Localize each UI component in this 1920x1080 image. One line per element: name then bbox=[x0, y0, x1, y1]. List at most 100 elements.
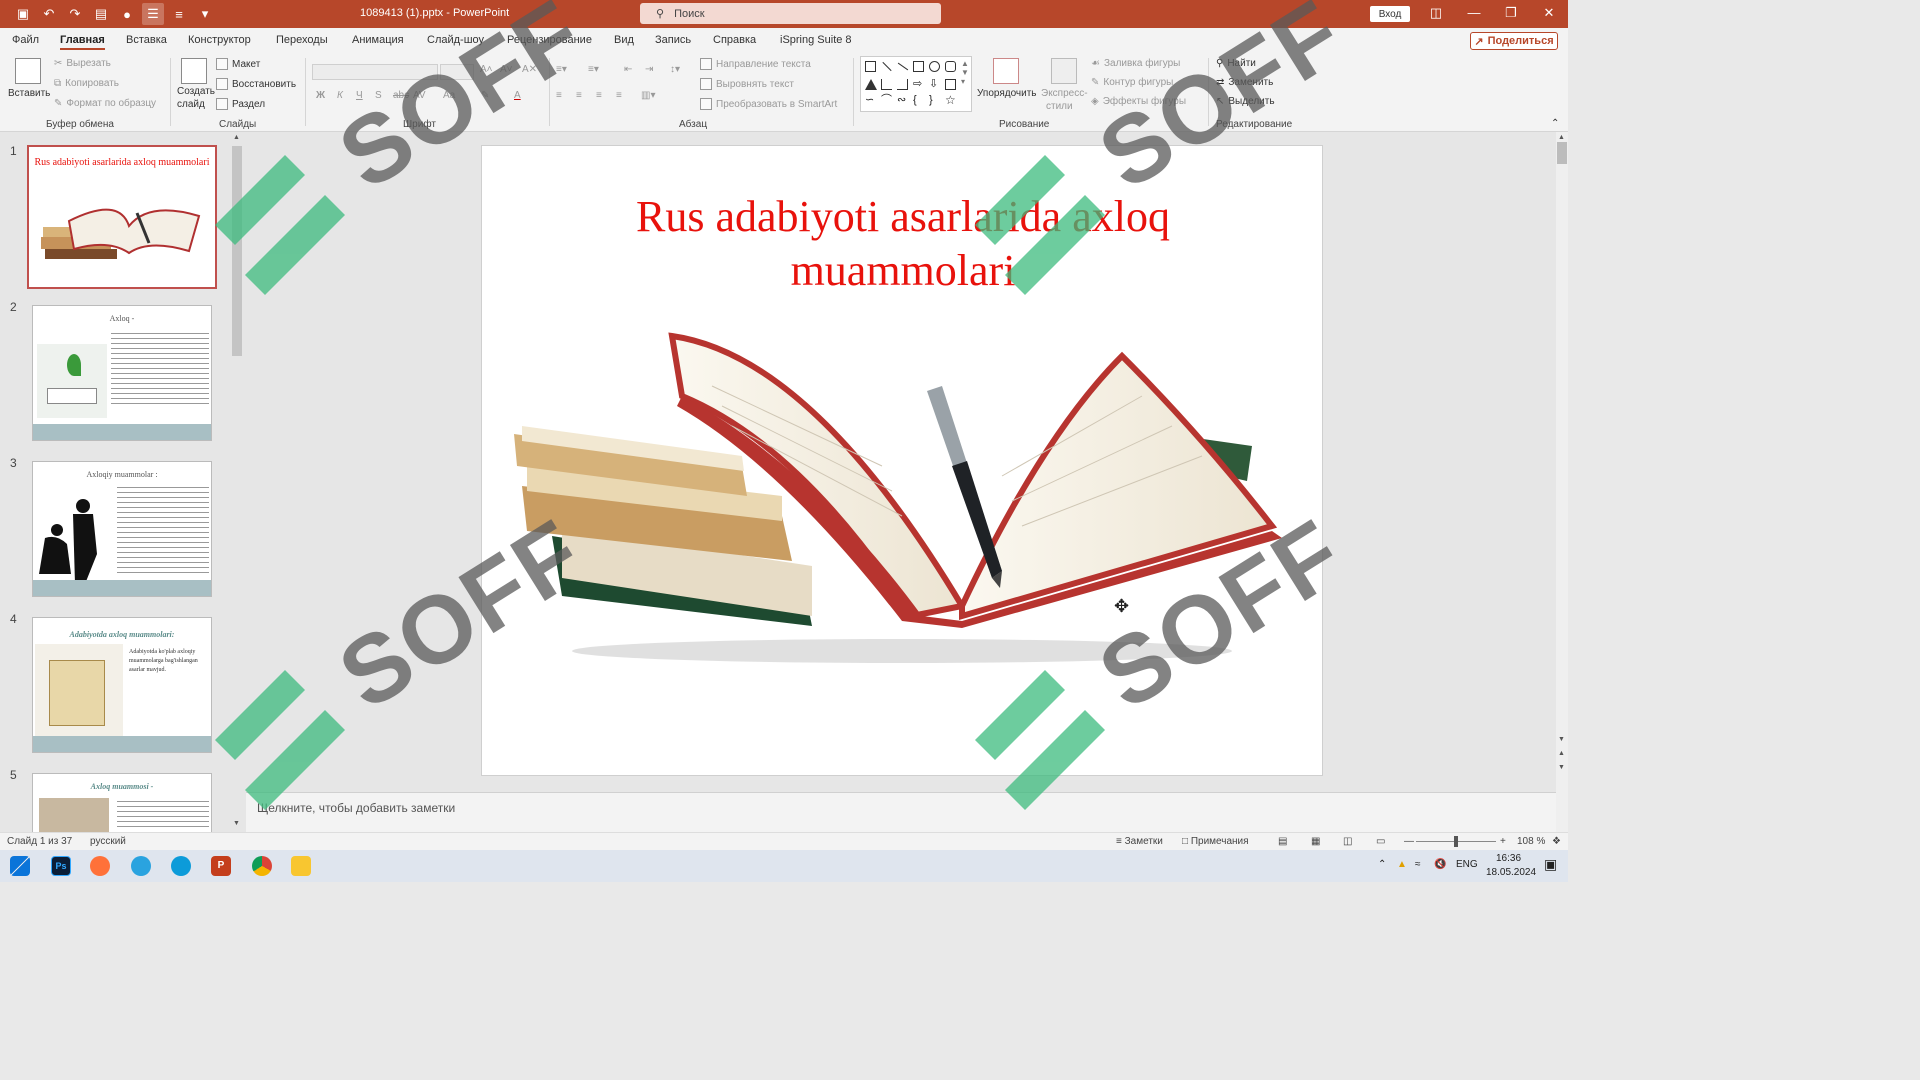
zoom-in-icon[interactable]: + bbox=[1500, 836, 1506, 847]
notes-pane[interactable]: Щелкните, чтобы добавить заметки bbox=[246, 792, 1556, 832]
align-icon[interactable]: ≡ bbox=[168, 3, 190, 25]
tab-record[interactable]: Запись bbox=[655, 34, 691, 46]
change-case-button[interactable]: Aa bbox=[443, 90, 455, 101]
shape-outline-button[interactable]: ✎ Контур фигуры bbox=[1091, 77, 1173, 88]
copy-button[interactable]: ⧉ Копировать bbox=[54, 78, 119, 89]
file-explorer-icon[interactable] bbox=[291, 856, 311, 876]
notification-icon[interactable]: ▣ bbox=[1544, 856, 1557, 873]
undo-icon[interactable]: ↶ bbox=[38, 3, 60, 25]
customize-toolbar-icon[interactable]: ▾ bbox=[194, 3, 216, 25]
security-icon[interactable]: ▲ bbox=[1397, 859, 1407, 870]
section-button[interactable]: Раздел bbox=[216, 98, 265, 110]
minimize-icon[interactable]: — bbox=[1465, 5, 1483, 20]
font-family-select[interactable] bbox=[312, 64, 438, 80]
down-arrow-shape-icon[interactable]: ⇩ bbox=[929, 79, 940, 90]
font-size-select[interactable] bbox=[440, 64, 474, 80]
tab-animations[interactable]: Анимация bbox=[352, 34, 404, 46]
scroll-down-icon[interactable]: ▼ bbox=[233, 820, 240, 827]
scroll-down-icon[interactable]: ▼ bbox=[1558, 736, 1565, 743]
left-brace-shape-icon[interactable]: { bbox=[913, 95, 924, 106]
sign-in-button[interactable]: Вход bbox=[1370, 6, 1410, 22]
new-slide-line1[interactable]: Создать bbox=[177, 86, 215, 97]
cut-button[interactable]: ✂ Вырезать bbox=[54, 58, 111, 69]
volume-mute-icon[interactable]: 🔇 bbox=[1434, 859, 1446, 870]
edge-icon[interactable] bbox=[171, 856, 191, 876]
tray-expand-icon[interactable]: ⌃ bbox=[1378, 859, 1386, 870]
reading-view-icon[interactable]: ◫ bbox=[1343, 836, 1352, 847]
shapes-gallery[interactable]: ⇨ ⇩ ∽ ⌒ ∾ { } ☆ ▲ ▼ ▾ bbox=[860, 56, 972, 112]
chrome-icon[interactable] bbox=[252, 856, 272, 876]
align-left-icon[interactable]: ≡ bbox=[556, 90, 562, 101]
arc-shape-icon[interactable]: ⌒ bbox=[881, 95, 892, 106]
rectangle-shape-icon[interactable] bbox=[913, 61, 924, 72]
paste-icon[interactable] bbox=[15, 58, 41, 84]
shrink-font-icon[interactable]: A˅ bbox=[500, 64, 513, 75]
wifi-icon[interactable]: ≈ bbox=[1415, 859, 1421, 870]
slideshow-view-icon[interactable]: ▭ bbox=[1376, 836, 1385, 847]
find-button[interactable]: ⚲ Найти bbox=[1216, 58, 1256, 69]
thumbnail-slide-2[interactable]: Axloq - bbox=[32, 305, 212, 441]
format-painter-button[interactable]: ✎ Формат по образцу bbox=[54, 98, 156, 109]
close-icon[interactable]: ✕ bbox=[1540, 5, 1558, 21]
tab-ispring[interactable]: iSpring Suite 8 bbox=[780, 34, 852, 46]
input-language[interactable]: ENG bbox=[1456, 859, 1478, 870]
justify-icon[interactable]: ≡ bbox=[616, 90, 622, 101]
align-center-icon[interactable]: ≡ bbox=[576, 90, 582, 101]
shape-fill-button[interactable]: ☙ Заливка фигуры bbox=[1091, 58, 1180, 69]
ribbon-display-icon[interactable]: ◫ bbox=[1427, 5, 1445, 21]
char-spacing-button[interactable]: AV bbox=[413, 90, 426, 101]
connector-shape-icon[interactable] bbox=[881, 79, 892, 90]
gallery-more-icon[interactable]: ▲ ▼ ▾ bbox=[961, 59, 969, 86]
notes-toggle[interactable]: ≡ Заметки bbox=[1116, 836, 1163, 847]
reset-button[interactable]: Восстановить bbox=[216, 78, 296, 90]
thumbnail-slide-5[interactable]: Axloq muammosi - bbox=[32, 773, 212, 832]
new-slide-icon[interactable] bbox=[181, 58, 207, 84]
thumbnail-slide-3[interactable]: Axloqiy muammolar : bbox=[32, 461, 212, 597]
align-text-button[interactable]: Выровнять текст bbox=[700, 78, 794, 90]
scrollbar-thumb[interactable] bbox=[1557, 142, 1567, 164]
rounded-rect-shape-icon[interactable] bbox=[945, 61, 956, 72]
scroll-up-icon[interactable]: ▲ bbox=[1558, 134, 1565, 141]
scroll-up-icon[interactable]: ▲ bbox=[233, 134, 240, 141]
next-slide-icon[interactable]: ▼ bbox=[1558, 764, 1565, 771]
quick-styles-line2[interactable]: стили bbox=[1046, 101, 1073, 112]
numbering-icon[interactable]: ≡▾ bbox=[588, 64, 599, 75]
tab-insert[interactable]: Вставка bbox=[126, 34, 167, 46]
books-image[interactable] bbox=[482, 316, 1324, 676]
curve-shape-icon[interactable]: ∾ bbox=[897, 95, 908, 106]
zoom-out-icon[interactable]: — bbox=[1404, 836, 1414, 847]
scrollbar-thumb[interactable] bbox=[232, 146, 242, 356]
collapse-ribbon-icon[interactable]: ⌃ bbox=[1551, 118, 1559, 129]
layout-button[interactable]: Макет bbox=[216, 58, 260, 70]
share-button[interactable]: ↗ Поделиться bbox=[1470, 32, 1558, 50]
highlight-icon[interactable]: ✎ bbox=[481, 90, 489, 101]
photoshop-icon[interactable]: Ps bbox=[51, 856, 71, 876]
right-arrow-shape-icon[interactable]: ⇨ bbox=[913, 79, 924, 90]
start-slideshow-icon[interactable]: ▤ bbox=[90, 3, 112, 25]
underline-button[interactable]: Ч bbox=[356, 90, 363, 101]
paste-button[interactable]: Вставить bbox=[8, 88, 50, 99]
right-brace-shape-icon[interactable]: } bbox=[929, 95, 940, 106]
quick-styles-icon[interactable] bbox=[1051, 58, 1077, 84]
zoom-slider-handle[interactable] bbox=[1454, 836, 1458, 847]
search-box[interactable]: ⚲ Поиск bbox=[640, 3, 941, 24]
powerpoint-icon[interactable]: P bbox=[211, 856, 231, 876]
grow-font-icon[interactable]: A˄ bbox=[480, 64, 493, 75]
line-spacing-icon[interactable]: ↕▾ bbox=[670, 64, 680, 75]
tab-view[interactable]: Вид bbox=[614, 34, 634, 46]
tab-file[interactable]: Файл bbox=[12, 34, 39, 46]
firefox-icon[interactable] bbox=[90, 856, 110, 876]
flowchart-shape-icon[interactable] bbox=[945, 79, 956, 90]
layout-view-icon[interactable]: ☰ bbox=[142, 3, 164, 25]
star-shape-icon[interactable]: ☆ bbox=[945, 94, 956, 106]
tab-help[interactable]: Справка bbox=[713, 34, 756, 46]
strikethrough-button[interactable]: abc bbox=[393, 90, 409, 101]
arrange-icon[interactable] bbox=[993, 58, 1019, 84]
bullets-icon[interactable]: ≡▾ bbox=[556, 64, 567, 75]
fit-slide-icon[interactable]: ❖ bbox=[1552, 836, 1561, 847]
oval-shape-icon[interactable] bbox=[929, 61, 940, 72]
elbow-shape-icon[interactable] bbox=[897, 79, 908, 90]
tab-transitions[interactable]: Переходы bbox=[276, 34, 328, 46]
tab-slideshow[interactable]: Слайд-шоу bbox=[427, 34, 484, 46]
telegram-icon[interactable] bbox=[131, 856, 151, 876]
